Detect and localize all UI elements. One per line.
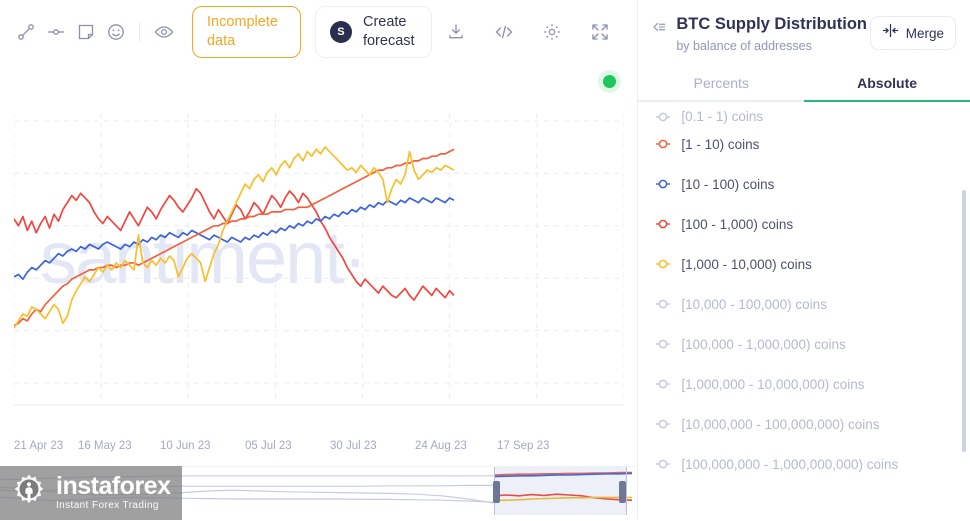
page-subtitle: by balance of addresses <box>676 39 812 53</box>
embed-code-icon[interactable] <box>489 17 519 47</box>
legend-item-label: [100,000 - 1,000,000) coins <box>681 336 846 352</box>
legend-item[interactable]: [1,000 - 10,000) coins <box>638 244 970 284</box>
tab-absolute[interactable]: Absolute <box>804 66 970 100</box>
supply-distribution-panel: BTC Supply Distribution by balance of ad… <box>637 0 970 520</box>
legend-marker-icon <box>656 217 671 231</box>
trend-line-tool-icon[interactable] <box>16 17 36 47</box>
legend-item-label: [10,000,000 - 100,000,000) coins <box>681 416 880 432</box>
navigator-handle-right[interactable] <box>619 481 626 503</box>
chart-pane: Incomplete data S Create forecast santim… <box>0 0 638 521</box>
legend-item-label: [1 - 10) coins <box>681 136 760 152</box>
chart-svg <box>14 113 624 406</box>
merge-label: Merge <box>905 25 944 41</box>
collapse-panel-icon[interactable] <box>650 19 668 37</box>
legend-marker-icon <box>656 177 671 191</box>
legend-marker-icon <box>656 457 671 471</box>
panel-header: BTC Supply Distribution by balance of ad… <box>638 0 970 54</box>
emoji-tool-icon[interactable] <box>106 17 126 47</box>
panel-tabs: Percents Absolute <box>638 66 970 100</box>
legend-marker-icon <box>656 297 671 311</box>
legend-item[interactable]: [100,000,000 - 1,000,000,000) coins <box>638 444 970 484</box>
horizontal-line-tool-icon[interactable] <box>46 17 66 47</box>
x-axis-tick: 21 Apr 23 <box>14 440 64 452</box>
legend-item-label: [1,000,000 - 10,000,000) coins <box>681 376 865 392</box>
note-tool-icon[interactable] <box>76 17 96 47</box>
legend-marker-icon <box>656 337 671 351</box>
legend-item[interactable]: [0.1 - 1) coins <box>638 104 970 124</box>
instaforex-watermark: instaforex Instant Forex Trading <box>0 466 182 520</box>
x-axis-tick: 24 Aug 23 <box>415 440 467 452</box>
live-status-dot <box>603 75 616 88</box>
toolbar-divider <box>139 21 140 43</box>
legend-item-label: [100 - 1,000) coins <box>681 216 794 232</box>
merge-button[interactable]: Merge <box>869 16 956 50</box>
instaforex-text: instaforex Instant Forex Trading <box>56 472 171 512</box>
x-axis-tick: 17 Sep 23 <box>497 440 550 452</box>
app-root: Incomplete data S Create forecast santim… <box>0 0 970 521</box>
toolbar-right-group <box>432 17 638 47</box>
legend-item-label: [10,000 - 100,000) coins <box>681 296 827 312</box>
legend-item[interactable]: [1,000,000 - 10,000,000) coins <box>638 364 970 404</box>
x-axis-tick: 05 Jul 23 <box>245 440 292 452</box>
create-forecast-label: Create forecast <box>362 14 415 49</box>
incomplete-data-label: Incomplete data <box>206 14 278 49</box>
legend-item[interactable]: [10,000 - 100,000) coins <box>638 284 970 324</box>
merge-icon <box>882 23 899 43</box>
incomplete-data-button[interactable]: Incomplete data <box>191 6 301 58</box>
chart-plot-area <box>14 113 624 438</box>
x-axis-tick: 30 Jul 23 <box>330 440 377 452</box>
legend-item-label: [100,000,000 - 1,000,000,000) coins <box>681 456 899 472</box>
tab-percents[interactable]: Percents <box>638 66 804 100</box>
legend-marker-icon <box>656 377 671 391</box>
fullscreen-icon[interactable] <box>585 17 615 47</box>
page-title: BTC Supply Distribution <box>676 15 867 33</box>
legend-item-label: [10 - 100) coins <box>681 176 775 192</box>
legend-marker-icon <box>656 137 671 151</box>
legend-marker-icon <box>656 110 671 124</box>
instaforex-name: instaforex <box>56 472 171 500</box>
legend-marker-icon <box>656 417 671 431</box>
instaforex-gear-logo-icon <box>14 474 44 504</box>
x-axis-tick: 10 Jun 23 <box>160 440 211 452</box>
create-forecast-button[interactable]: S Create forecast <box>314 6 432 58</box>
navigator-selection[interactable] <box>494 467 627 515</box>
legend-item[interactable]: [10,000,000 - 100,000,000) coins <box>638 404 970 444</box>
settings-gear-icon[interactable] <box>537 17 567 47</box>
navigator-handle-left[interactable] <box>493 481 500 503</box>
legend-scrollbar[interactable] <box>962 190 966 452</box>
panel-titles: BTC Supply Distribution by balance of ad… <box>676 14 869 54</box>
legend-item[interactable]: [10 - 100) coins <box>638 164 970 204</box>
chart-toolbar: Incomplete data S Create forecast <box>0 0 638 64</box>
instaforex-tagline: Instant Forex Trading <box>56 500 159 511</box>
download-icon[interactable] <box>441 17 471 47</box>
legend-item[interactable]: [1 - 10) coins <box>638 124 970 164</box>
legend-item[interactable]: [100,000 - 1,000,000) coins <box>638 324 970 364</box>
x-axis-tick: 16 May 23 <box>78 440 132 452</box>
chart-x-axis: 21 Apr 23 16 May 23 10 Jun 23 05 Jul 23 30 J… <box>0 440 638 462</box>
legend-item-label: [1,000 - 10,000) coins <box>681 256 812 272</box>
legend-item[interactable]: [100 - 1,000) coins <box>638 204 970 244</box>
chart-series-line <box>14 146 455 329</box>
santiment-logo-icon: S <box>329 21 352 43</box>
chart-series-line <box>14 148 455 327</box>
eye-icon[interactable] <box>153 17 175 47</box>
legend-list: [0.1 - 1) coins [1 - 10) coins [10 - 100) … <box>638 102 970 518</box>
legend-marker-icon <box>656 257 671 271</box>
legend-item-label: [0.1 - 1) coins <box>681 109 764 124</box>
